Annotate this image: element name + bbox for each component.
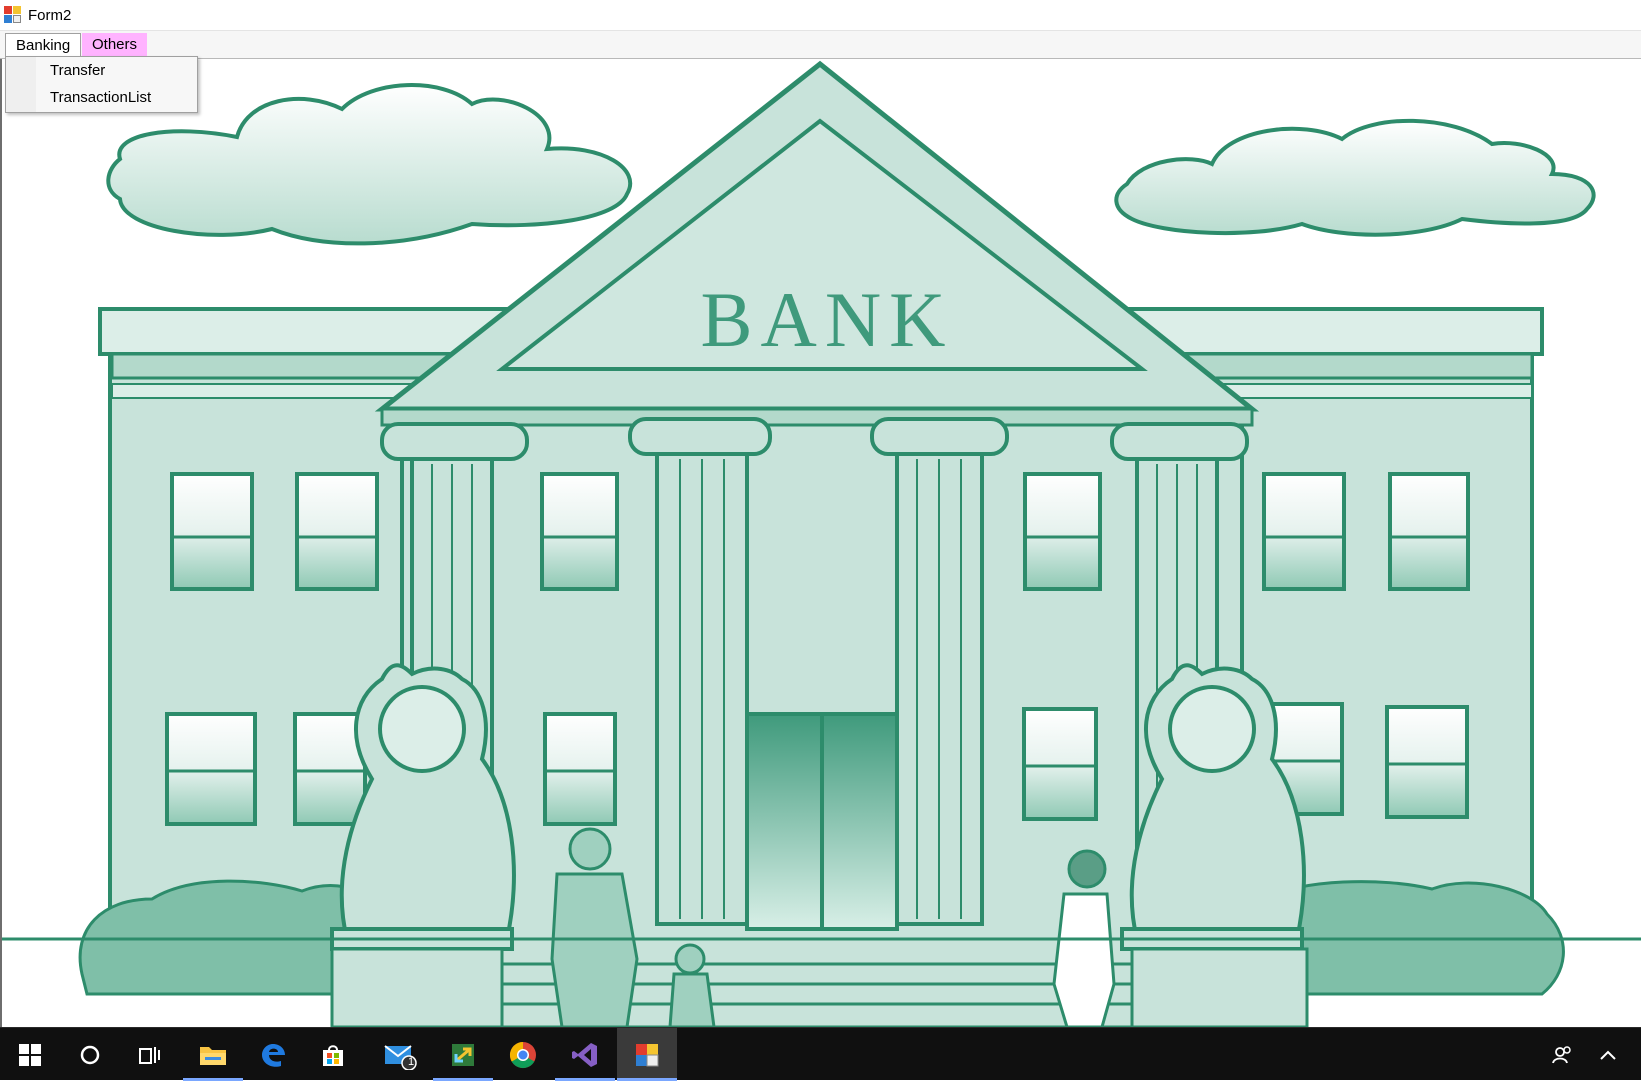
window-title: Form2	[28, 6, 72, 24]
windows-taskbar: 1	[0, 1027, 1641, 1081]
title-bar: Form2	[0, 0, 1641, 30]
banking-dropdown: Transfer TransactionList	[5, 56, 198, 113]
visual-studio-icon[interactable]	[555, 1028, 615, 1081]
cloud-right	[1114, 118, 1596, 237]
form-app-icon	[4, 6, 22, 24]
menu-item-transfer[interactable]: Transfer	[50, 58, 105, 84]
chrome-icon[interactable]	[493, 1028, 553, 1081]
dropdown-gutter	[6, 57, 36, 112]
cortana-search-icon[interactable]	[60, 1028, 120, 1081]
menu-strip: Banking Others	[0, 30, 1641, 60]
file-explorer-icon[interactable]	[183, 1028, 243, 1081]
store-icon[interactable]	[303, 1028, 363, 1081]
windows-start-icon[interactable]	[0, 1028, 60, 1081]
mail-icon[interactable]: 1	[370, 1028, 430, 1081]
mail-badge: 1	[408, 1056, 415, 1068]
edge-browser-icon[interactable]	[243, 1028, 303, 1081]
form-app-icon[interactable]	[617, 1028, 677, 1081]
task-view-icon[interactable]	[120, 1028, 180, 1081]
menu-item-transaction-list[interactable]: TransactionList	[50, 85, 151, 111]
bank-sign-text: BANK	[700, 276, 953, 363]
form-client-area: BANK	[0, 59, 1641, 1027]
bank-illustration: BANK	[2, 60, 1641, 1027]
menu-others[interactable]: Others	[82, 33, 148, 57]
show-hidden-icons-icon[interactable]	[1588, 1028, 1628, 1081]
remote-tool-icon[interactable]	[433, 1028, 493, 1081]
people-icon[interactable]	[1538, 1028, 1588, 1081]
bank-doors	[745, 712, 899, 931]
